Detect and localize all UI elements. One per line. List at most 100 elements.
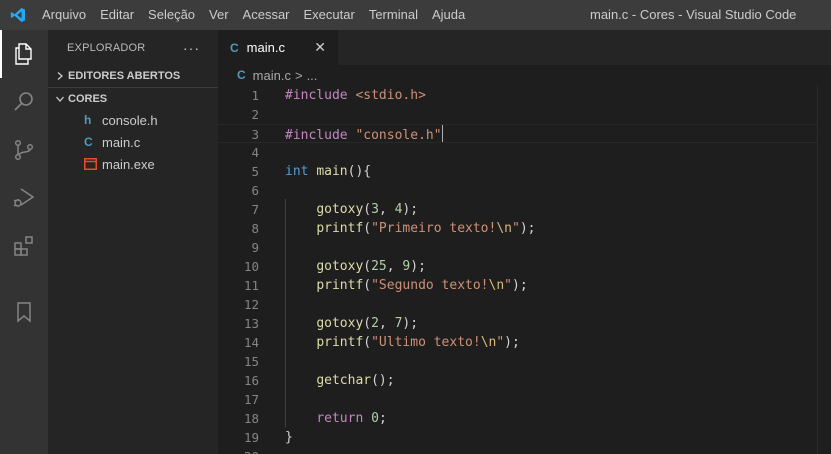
code-line[interactable]: 5 int main(){ [218,162,831,181]
menu-editar[interactable]: Editar [93,0,141,30]
code-token: 25 [371,259,387,274]
menu-ver[interactable]: Ver [202,0,236,30]
c-file-icon: C [230,40,239,55]
menu-arquivo[interactable]: Arquivo [35,0,93,30]
code-token: " [512,221,520,236]
activity-bar [0,30,48,454]
line-number: 10 [243,259,259,274]
menu-acessar[interactable]: Acessar [236,0,297,30]
source-control-icon[interactable] [0,126,48,174]
tab-main-c[interactable]: C main.c ✕ [218,30,338,65]
code-token: int [285,164,309,179]
file-item-main-exe[interactable]: main.exe [48,153,218,175]
code-token: \n [480,335,497,350]
more-actions-icon[interactable]: ··· [183,40,200,56]
text-cursor [441,125,443,142]
editor-tabs: C main.c ✕ [218,30,831,65]
code-line[interactable]: 9 [218,238,831,257]
line-number: 11 [243,278,259,293]
code-token: , [386,259,403,274]
code-token: printf [316,221,364,236]
code-text: printf("Ultimo texto!\n"); [285,333,520,352]
code-line[interactable]: 18 return 0; [218,409,831,428]
code-line[interactable]: 14 printf("Ultimo texto!\n"); [218,333,831,352]
code-token: } [285,430,293,445]
code-token: \n [488,278,505,293]
open-editors-section[interactable]: EDITORES ABERTOS [48,65,218,87]
code-token: ); [402,202,419,217]
file-item-main-c[interactable]: C main.c [48,131,218,153]
menu-bar: Arquivo Editar Seleção Ver Acessar Execu… [35,0,472,30]
code-token: gotoxy [316,316,364,331]
file-item-console-h[interactable]: h console.h [48,109,218,131]
code-token: ); [402,316,419,331]
code-line[interactable]: 4 [218,143,831,162]
window-title: main.c - Cores - Visual Studio Code [590,7,797,22]
close-icon[interactable]: ✕ [314,30,326,65]
bookmark-icon[interactable] [0,288,48,336]
line-number: 20 [218,447,259,454]
code-text: int main(){ [285,162,371,181]
code-line[interactable]: 13 gotoxy(2, 7); [218,314,831,333]
search-icon[interactable] [0,78,48,126]
code-text: } [285,428,293,447]
open-editors-label: EDITORES ABERTOS [68,70,181,82]
line-number: 9 [251,240,259,255]
code-line[interactable]: 15 [218,352,831,371]
code-token: (){ [347,164,372,179]
menu-ajuda[interactable]: Ajuda [425,0,472,30]
folder-section[interactable]: CORES [48,87,218,109]
sidebar-header: EXPLORADOR ··· [48,30,218,65]
code-line[interactable]: 11 printf("Segundo texto!\n"); [218,276,831,295]
code-line[interactable]: 2 [218,105,831,124]
code-line[interactable]: 8 printf("Primeiro texto!\n"); [218,219,831,238]
code-line[interactable]: 6 [218,181,831,200]
code-line[interactable]: 17 [218,390,831,409]
line-number: 13 [243,316,259,331]
code-line[interactable]: 10 gotoxy(25, 9); [218,257,831,276]
code-token: printf [316,278,364,293]
menu-terminal[interactable]: Terminal [362,0,425,30]
breadcrumb-file[interactable]: main.c [253,68,291,83]
vertical-scrollbar[interactable] [817,85,831,454]
file-name: main.c [102,134,141,150]
code-token: (); [371,373,395,388]
code-line[interactable]: 16 getchar(); [218,371,831,390]
menu-selecao[interactable]: Seleção [141,0,202,30]
code-editor[interactable]: 1 #include <stdio.h> 2 3 #include "console.h… [218,85,831,454]
code-text: return 0; [285,409,386,428]
breadcrumb-symbols[interactable]: ... [307,68,318,83]
code-token: " [496,335,505,350]
line-number: 3 [251,127,259,142]
vscode-logo-icon[interactable] [0,0,35,30]
line-number: 16 [243,373,259,388]
line-number: 5 [251,164,259,179]
run-debug-icon[interactable] [0,174,48,222]
code-token: #include [285,88,356,103]
code-line[interactable]: 1 #include <stdio.h> [218,86,831,105]
code-token: ( [363,259,372,274]
file-name: console.h [102,112,158,128]
code-token: 2 [371,316,379,331]
code-token: ); [519,221,536,236]
code-token: main [316,164,348,179]
code-token: 3 [371,202,379,217]
menu-executar[interactable]: Executar [297,0,362,30]
code-line[interactable]: 3 #include "console.h" [218,124,831,143]
line-number: 6 [251,183,259,198]
code-line[interactable]: 19} [218,428,831,447]
extensions-icon[interactable] [0,222,48,270]
explorer-icon[interactable] [0,30,48,78]
code-line[interactable]: 20 [218,447,831,454]
code-line[interactable]: 7 gotoxy(3, 4); [218,200,831,219]
code-text: gotoxy(2, 7); [285,314,418,333]
line-number: 12 [243,297,259,312]
code-text: gotoxy(25, 9); [285,257,426,276]
code-token: ); [512,278,528,293]
code-line[interactable]: 12 [218,295,831,314]
breadcrumb-separator: > [294,67,303,83]
